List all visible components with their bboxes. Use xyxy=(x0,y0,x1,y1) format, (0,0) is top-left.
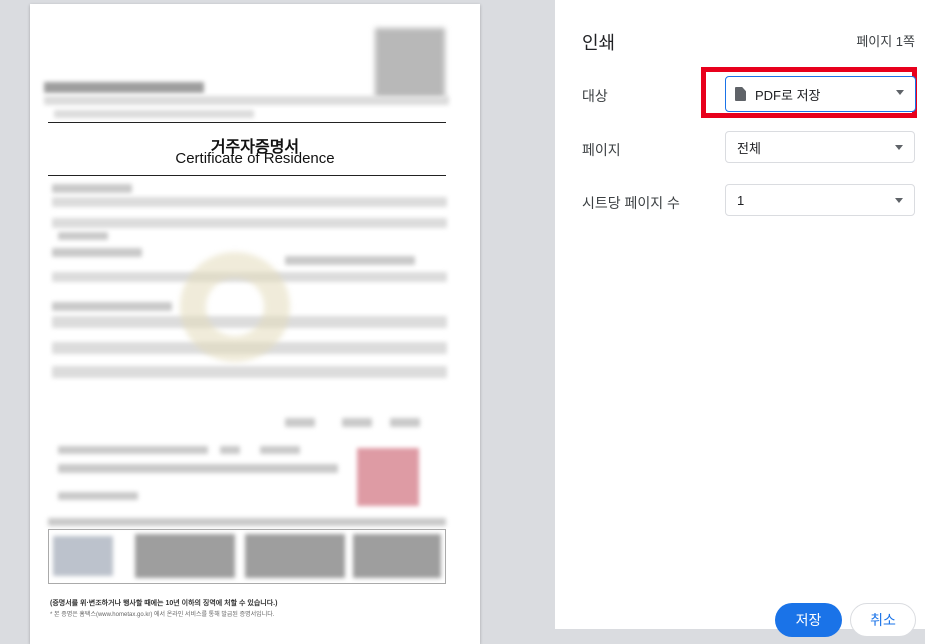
official-stamp xyxy=(357,448,419,506)
blurred-text xyxy=(44,96,449,105)
file-icon xyxy=(735,87,746,101)
blurred-barcode xyxy=(135,534,235,578)
save-button[interactable]: 저장 xyxy=(775,603,842,637)
blurred-text xyxy=(390,418,420,427)
destination-label: 대상 xyxy=(582,88,608,104)
blurred-text xyxy=(58,232,108,240)
print-settings-panel: 인쇄 페이지 1쪽 대상 PDF로 저장 페이지 전체 시트당 페이지 수 1 … xyxy=(555,0,925,637)
blurred-text xyxy=(52,302,172,311)
destination-value: PDF로 저장 xyxy=(755,87,821,103)
blurred-text xyxy=(342,418,372,427)
pages-label: 페이지 xyxy=(582,142,621,158)
document-title-english: Certificate of Residence xyxy=(175,150,335,167)
blurred-image xyxy=(53,536,113,576)
page-count: 페이지 1쪽 xyxy=(856,34,915,49)
blurred-barcode xyxy=(245,534,345,578)
blurred-text xyxy=(44,82,204,93)
watermark-seal xyxy=(180,252,290,362)
pages-per-sheet-label: 시트당 페이지 수 xyxy=(582,195,680,211)
preview-page: 거주자증명서 Certificate of Residence (증명서를 위·… xyxy=(30,4,480,644)
divider xyxy=(48,175,446,176)
destination-select[interactable]: PDF로 저장 xyxy=(725,76,916,112)
print-preview-area: 거주자증명서 Certificate of Residence (증명서를 위·… xyxy=(0,0,555,644)
pages-select[interactable]: 전체 xyxy=(725,131,915,163)
blurred-text xyxy=(58,464,338,473)
blurred-text xyxy=(52,218,447,228)
cancel-button[interactable]: 취소 xyxy=(850,603,916,637)
blurred-text xyxy=(48,518,446,526)
blurred-text xyxy=(52,366,447,378)
dropdown-arrow-icon xyxy=(895,145,903,150)
dropdown-arrow-icon xyxy=(895,198,903,203)
pages-per-sheet-select[interactable]: 1 xyxy=(725,184,915,216)
blurred-text xyxy=(58,446,208,454)
blurred-text xyxy=(52,184,132,193)
blurred-text xyxy=(54,110,254,118)
blurred-text xyxy=(52,248,142,257)
divider xyxy=(48,122,446,123)
issuance-info-text: * 본 증명은 홈택스(www.hometax.go.kr) 에서 온라인 서비… xyxy=(50,612,275,618)
blurred-text xyxy=(52,197,447,207)
blurred-text xyxy=(260,446,300,454)
blurred-text xyxy=(285,256,415,265)
blurred-barcode xyxy=(353,534,441,578)
pages-value: 전체 xyxy=(737,140,761,156)
dropdown-arrow-icon xyxy=(896,90,904,95)
forgery-warning-text: (증명서를 위·변조하거나 행사할 때에는 10년 이하의 징역에 처할 수 있… xyxy=(50,600,278,607)
pages-per-sheet-value: 1 xyxy=(737,192,745,208)
blurred-text xyxy=(285,418,315,427)
panel-title: 인쇄 xyxy=(582,33,616,53)
qr-code-image xyxy=(375,28,445,98)
blurred-text xyxy=(220,446,240,454)
blurred-text xyxy=(58,492,138,500)
barcode-table xyxy=(48,529,446,584)
